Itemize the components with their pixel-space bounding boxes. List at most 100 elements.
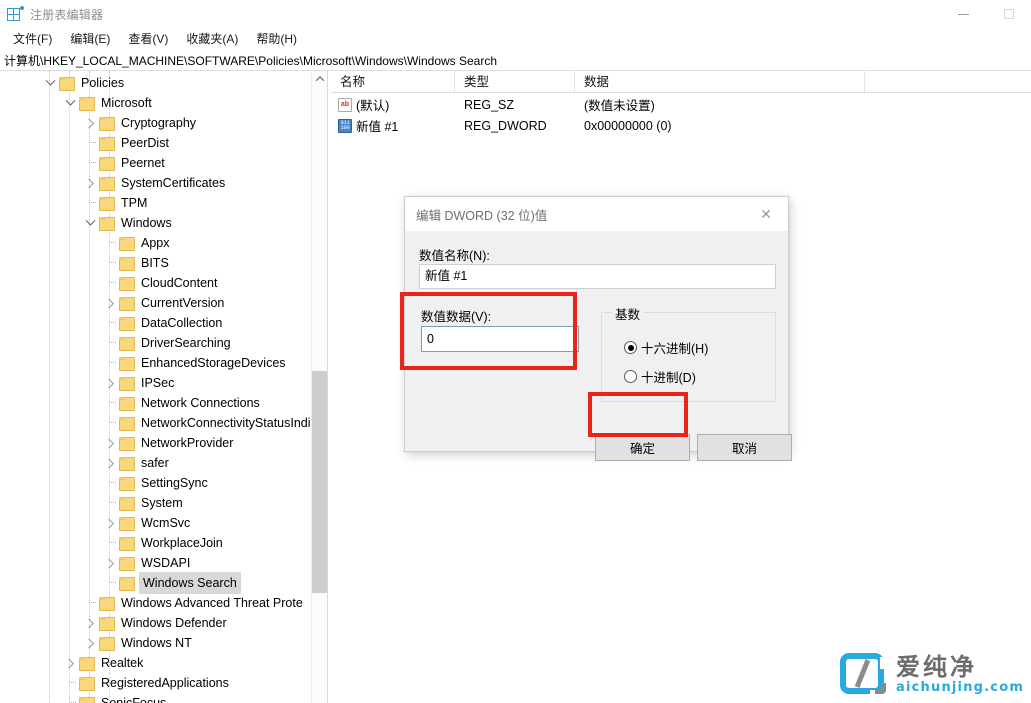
base-fieldset: 基数 十六进制(H) 十进制(D) [601, 304, 776, 402]
chevron-down-icon[interactable] [62, 93, 78, 113]
tree-item[interactable]: PeerDist [82, 133, 171, 153]
tree-item[interactable]: BITS [102, 253, 171, 273]
tree-item[interactable]: NetworkProvider [102, 433, 235, 453]
chevron-right-icon[interactable] [62, 653, 78, 673]
chevron-right-icon[interactable] [102, 453, 118, 473]
tree-item-label: IPSec [141, 376, 175, 390]
value-row[interactable]: 011 100 新值 #1 REG_DWORD 0x00000000 (0) [331, 115, 1031, 136]
radio-hexadecimal-indicator[interactable] [624, 341, 637, 354]
chevron-right-icon[interactable] [102, 433, 118, 453]
chevron-right-icon[interactable] [82, 613, 98, 633]
scroll-up-arrow-icon[interactable] [312, 71, 327, 87]
value-name-cell: ab (默认) [331, 95, 455, 114]
tree-item[interactable]: TPM [82, 193, 149, 213]
tree-item[interactable]: Policies [42, 73, 126, 93]
value-name-input[interactable]: 新值 #1 [419, 264, 776, 289]
value-data-input[interactable]: 0 [421, 326, 579, 352]
base-legend: 基数 [612, 304, 644, 323]
watermark-chinese-text: 爱纯净 [896, 652, 977, 681]
maximize-button[interactable] [986, 0, 1031, 28]
title-bar: 注册表编辑器 [0, 0, 1031, 28]
tree-item[interactable]: Windows Search [102, 572, 241, 594]
tree-stub-icon [102, 353, 118, 373]
tree-stub-icon [82, 133, 98, 153]
tree-item[interactable]: Windows NT [82, 633, 194, 653]
tree-item[interactable]: DataCollection [102, 313, 224, 333]
folder-icon [118, 236, 135, 251]
tree-item-label: WorkplaceJoin [141, 536, 223, 550]
tree-item[interactable]: Windows Advanced Threat Prote [82, 593, 305, 613]
value-name-label: 数值名称(N): [419, 249, 490, 263]
tree-item-label: WcmSvc [141, 516, 191, 530]
scrollbar-thumb[interactable] [312, 371, 327, 593]
column-header-name[interactable]: 名称 [331, 71, 455, 93]
value-data-cell: (数值未设置) [584, 99, 655, 113]
tree-item[interactable]: Appx [102, 233, 172, 253]
chevron-down-icon[interactable] [42, 73, 58, 93]
tree-item-label: Windows NT [121, 636, 192, 650]
minimize-button[interactable] [941, 0, 986, 28]
edit-dword-dialog: 编辑 DWORD (32 位)值 ✕ 数值名称(N): 新值 #1 数值数据(V… [404, 196, 792, 461]
chevron-right-icon[interactable] [82, 633, 98, 653]
close-icon[interactable]: ✕ [744, 197, 788, 231]
tree-item[interactable]: EnhancedStorageDevices [102, 353, 288, 373]
tree-scrollbar[interactable] [311, 71, 327, 703]
menu-help[interactable]: 帮助(H) [247, 29, 306, 49]
registry-tree[interactable]: Policies Microsoft Cryptography PeerDist Pee… [0, 71, 313, 703]
tree-item[interactable]: Cryptography [82, 113, 198, 133]
chevron-right-icon[interactable] [102, 373, 118, 393]
value-row[interactable]: ab (默认) REG_SZ (数值未设置) [331, 94, 1031, 115]
tree-item[interactable]: Windows [82, 213, 174, 233]
tree-item[interactable]: Realtek [62, 653, 145, 673]
tree-stub-icon [102, 413, 118, 433]
menu-favorites[interactable]: 收藏夹(A) [177, 29, 247, 49]
tree-item-label: Realtek [101, 656, 144, 670]
tree-item[interactable]: CurrentVersion [102, 293, 226, 313]
menu-view[interactable]: 查看(V) [119, 29, 177, 49]
tree-item[interactable]: WcmSvc [102, 513, 192, 533]
menu-edit[interactable]: 编辑(E) [61, 29, 119, 49]
tree-item[interactable]: System [102, 493, 185, 513]
folder-icon [118, 336, 135, 351]
chevron-right-icon[interactable] [82, 173, 98, 193]
radio-decimal[interactable]: 十进制(D) [624, 367, 696, 386]
folder-icon [98, 176, 115, 191]
tree-item[interactable]: DriverSearching [102, 333, 233, 353]
tree-item[interactable]: WorkplaceJoin [102, 533, 225, 553]
cancel-button[interactable]: 取消 [697, 434, 792, 461]
tree-item[interactable]: Peernet [82, 153, 167, 173]
tree-item[interactable]: Windows Defender [82, 613, 229, 633]
chevron-right-icon[interactable] [102, 513, 118, 533]
tree-item[interactable]: CloudContent [102, 273, 219, 293]
tree-item[interactable]: Network Connections [102, 393, 262, 413]
tree-item[interactable]: Microsoft [62, 93, 154, 113]
tree-item[interactable]: NetworkConnectivityStatusIndi [102, 413, 313, 433]
folder-icon [118, 516, 135, 531]
tree-item[interactable]: RegisteredApplications [62, 673, 231, 693]
tree-item[interactable]: safer [102, 453, 171, 473]
watermark-domain-text: aichunjing.com [896, 679, 1025, 695]
radio-decimal-indicator[interactable] [624, 370, 637, 383]
address-bar[interactable]: 计算机\HKEY_LOCAL_MACHINE\SOFTWARE\Policies… [0, 50, 1031, 71]
tree-item[interactable]: SettingSync [102, 473, 210, 493]
tree-stub-icon [102, 233, 118, 253]
folder-icon [118, 556, 135, 571]
chevron-right-icon[interactable] [102, 553, 118, 573]
column-header-data[interactable]: 数据 [575, 71, 865, 93]
menu-file[interactable]: 文件(F) [4, 29, 61, 49]
chevron-down-icon[interactable] [82, 213, 98, 233]
radio-hexadecimal[interactable]: 十六进制(H) [624, 338, 708, 357]
chevron-right-icon[interactable] [82, 113, 98, 133]
folder-icon [118, 376, 135, 391]
tree-item[interactable]: WSDAPI [102, 553, 192, 573]
chevron-right-icon[interactable] [102, 293, 118, 313]
value-data-cell: 0x00000000 (0) [584, 118, 672, 133]
tree-stub-icon [102, 533, 118, 553]
tree-item[interactable]: IPSec [102, 373, 176, 393]
ok-button[interactable]: 确定 [595, 434, 690, 461]
tree-item[interactable]: SystemCertificates [82, 173, 227, 193]
folder-icon [58, 76, 75, 91]
column-header-type[interactable]: 类型 [455, 71, 575, 93]
tree-item[interactable]: SonicFocus [62, 693, 168, 703]
folder-icon [118, 256, 135, 271]
